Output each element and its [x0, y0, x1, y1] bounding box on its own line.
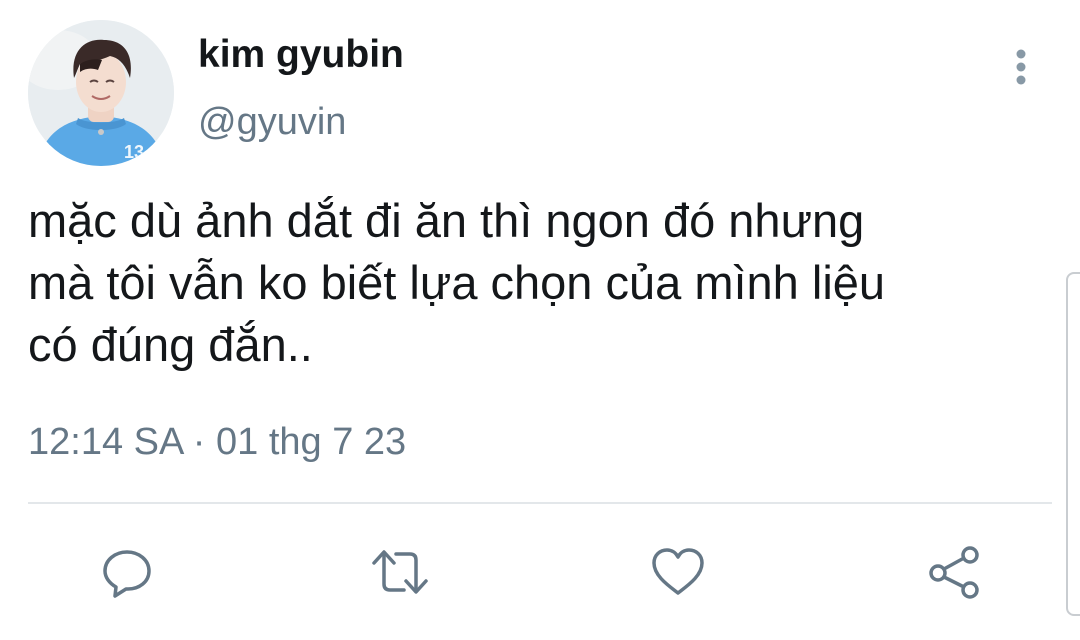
- tweet-card: 13 kim gyubin @gyuvin mặc dù ảnh dắt đi …: [0, 0, 1080, 640]
- scrollbar[interactable]: [1066, 272, 1080, 616]
- retweet-button[interactable]: [368, 540, 432, 604]
- share-button[interactable]: [922, 540, 986, 604]
- tweet-timestamp[interactable]: 12:14 SA · 01 thg 7 23: [28, 420, 406, 466]
- avatar-photo: 13: [28, 20, 174, 166]
- display-name[interactable]: kim gyubin: [198, 32, 404, 79]
- share-icon: [929, 546, 979, 599]
- tweet-text-line: mà tôi vẫn ko biết lựa chọn của mình liệ…: [28, 256, 886, 309]
- retweet-icon: [372, 550, 428, 594]
- heart-icon: [652, 548, 704, 595]
- avatar[interactable]: 13: [28, 20, 174, 166]
- like-button[interactable]: [646, 540, 710, 604]
- reply-button[interactable]: [95, 540, 159, 604]
- user-handle[interactable]: @gyuvin: [198, 100, 346, 146]
- tweet-text-line: có đúng đắn..: [28, 318, 313, 371]
- tweet-text-line: mặc dù ảnh dắt đi ăn thì ngon đó nhưng: [28, 194, 865, 247]
- tweet-text: mặc dù ảnh dắt đi ăn thì ngon đó nhưng m…: [28, 190, 1048, 376]
- comment-icon: [103, 550, 151, 598]
- svg-text:13: 13: [124, 142, 144, 162]
- divider: [28, 502, 1052, 504]
- more-vertical-icon[interactable]: [1004, 46, 1038, 90]
